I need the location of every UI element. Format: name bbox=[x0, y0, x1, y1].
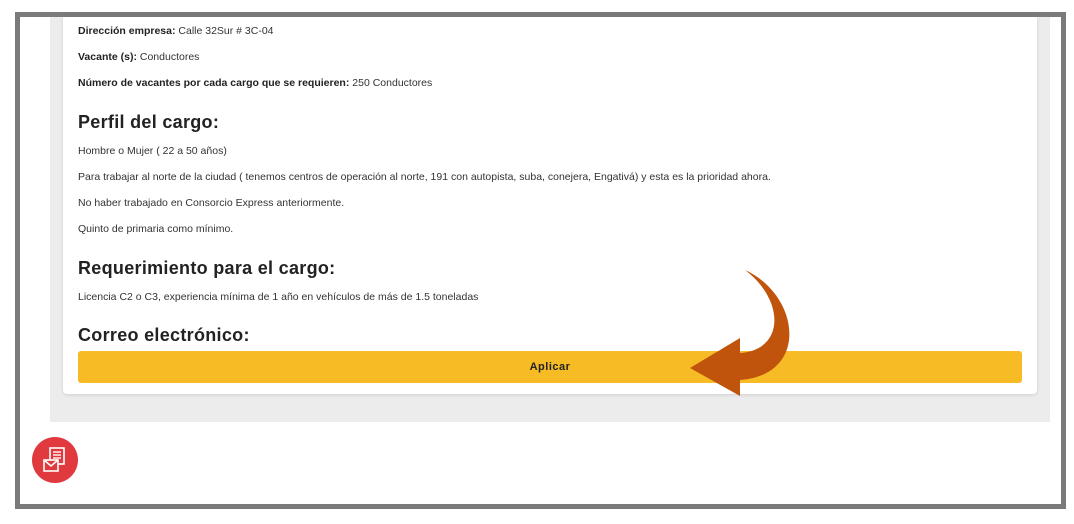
email-heading: Correo electrónico: bbox=[78, 325, 250, 345]
address-value: Calle 32Sur # 3C-04 bbox=[178, 25, 274, 37]
apply-button[interactable]: Aplicar bbox=[78, 351, 1022, 383]
vacancy-count-value: 250 Conductores bbox=[352, 77, 433, 89]
profile-line: Quinto de primaria como mínimo. bbox=[78, 223, 234, 235]
profile-line: Para trabajar al norte de la ciudad ( te… bbox=[78, 171, 771, 183]
vacancy-value: Conductores bbox=[139, 51, 200, 63]
requirements-text: Licencia C2 o C3, experiencia mínima de … bbox=[78, 291, 479, 303]
vacancy-count-label: Número de vacantes por cada cargo que se… bbox=[78, 77, 350, 89]
vacancy-label: Vacante (s): bbox=[78, 51, 137, 63]
curved-arrow-icon bbox=[690, 270, 790, 396]
address-row: Dirección empresa: Calle 32Sur # 3C-04 bbox=[78, 25, 274, 38]
profile-line: No haber trabajado en Consorcio Express … bbox=[78, 197, 345, 209]
vacancy-count-row: Número de vacantes por cada cargo que se… bbox=[78, 77, 432, 90]
profile-heading: Perfil del cargo: bbox=[78, 112, 220, 132]
requirements-heading: Requerimiento para el cargo: bbox=[78, 258, 336, 278]
newsletter-button[interactable] bbox=[32, 437, 78, 483]
screenshot-frame: Dirección empresa: Calle 32Sur # 3C-04 V… bbox=[15, 12, 1066, 509]
vacancy-row: Vacante (s): Conductores bbox=[78, 51, 199, 64]
profile-line: Hombre o Mujer ( 22 a 50 años) bbox=[78, 145, 227, 157]
address-label: Dirección empresa: bbox=[78, 25, 176, 37]
newsletter-mail-icon bbox=[43, 447, 65, 472]
